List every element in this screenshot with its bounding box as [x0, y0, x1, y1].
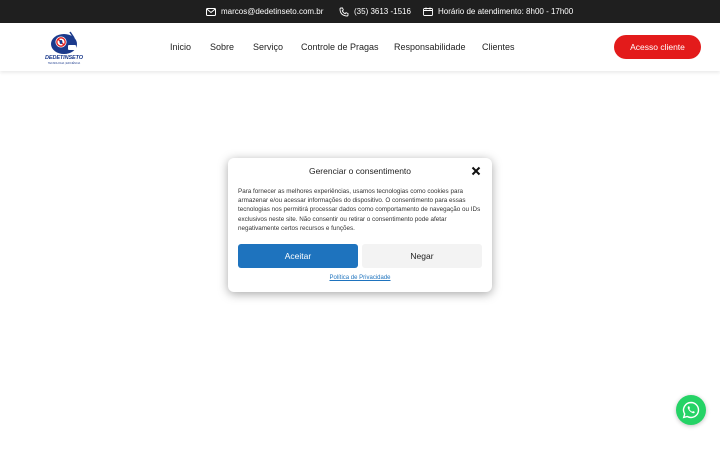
nav-item-servico[interactable]: Serviço [253, 42, 283, 52]
nav-item-clientes[interactable]: Clientes [482, 42, 515, 52]
privacy-policy-link[interactable]: Política de Privacidade [228, 275, 492, 281]
nav-item-sobre[interactable]: Sobre [210, 42, 234, 52]
phone-text: (35) 3613 -1516 [354, 7, 411, 16]
hours-text: Horário de atendimento: 8h00 - 17h00 [438, 7, 574, 16]
envelope-icon [206, 7, 216, 16]
client-access-button[interactable]: Acesso cliente [614, 35, 701, 59]
email-text: marcos@dedetinseto.com.br [221, 7, 324, 16]
whatsapp-button[interactable] [676, 395, 706, 425]
close-icon[interactable] [471, 166, 481, 176]
nav-item-inicio[interactable]: Inicio [170, 42, 191, 52]
consent-title: Gerenciar o consentimento [308, 166, 412, 176]
consent-dialog: Gerenciar o consentimento Para fornecer … [228, 158, 492, 292]
deny-button[interactable]: Negar [362, 244, 482, 268]
email-contact[interactable]: marcos@dedetinseto.com.br [206, 0, 323, 23]
accept-button[interactable]: Aceitar [238, 244, 358, 268]
nav-item-responsabilidade[interactable]: Responsabilidade [394, 42, 466, 52]
consent-text: Para fornecer as melhores experiências, … [238, 188, 481, 232]
phone-contact[interactable]: (35) 3613 -1516 [339, 0, 411, 23]
clock-icon [423, 7, 433, 16]
hours-info: Horário de atendimento: 8h00 - 17h00 [423, 0, 573, 23]
top-contact-bar: marcos@dedetinseto.com.br (35) 3613 -151… [0, 0, 720, 23]
nav-item-controle-de-pragas[interactable]: Controle de Pragas [301, 42, 379, 52]
phone-icon [339, 7, 349, 16]
whatsapp-icon [682, 401, 700, 419]
main-nav: Inicio Sobre Serviço Controle de Pragas … [0, 23, 720, 71]
